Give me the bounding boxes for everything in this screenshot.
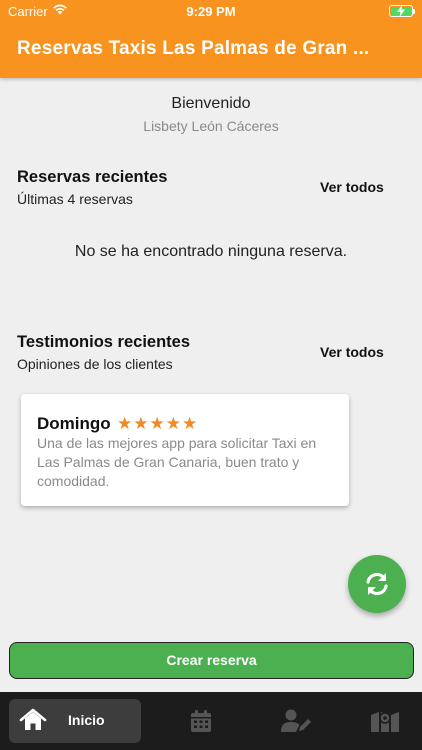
user-name: Lisbety León Cáceres	[143, 118, 279, 134]
testimonials-title: Testimonios recientes	[17, 333, 191, 351]
status-bar: Carrier 9:29 PM	[0, 0, 422, 24]
battery-cap	[413, 9, 415, 14]
reservations-title: Reservas recientes	[17, 168, 168, 186]
testimonial-author: Domingo	[37, 414, 111, 433]
nav-item-home[interactable]: Inicio	[9, 699, 141, 743]
rating-stars-icon: ★★★★★	[117, 414, 199, 433]
reservations-see-all-link[interactable]: Ver todos	[320, 179, 384, 195]
reservations-subtitle: Últimas 4 reservas	[17, 191, 133, 207]
refresh-icon	[366, 572, 388, 596]
app-header: Carrier 9:29 PM Reservas Taxis Las Palma…	[0, 0, 422, 78]
bottom-nav: Inicio	[0, 692, 422, 750]
home-icon	[19, 708, 47, 737]
status-time: 9:29 PM	[186, 4, 236, 19]
welcome-heading: Bienvenido	[171, 95, 251, 112]
calendar-icon[interactable]	[190, 709, 212, 738]
page-title: Reservas Taxis Las Palmas de Gran ...	[17, 38, 370, 59]
nav-item-home-label: Inicio	[68, 712, 105, 728]
empty-reservations-message: No se ha encontrado ninguna reserva.	[74, 243, 348, 260]
map-icon[interactable]	[370, 709, 400, 738]
testimonial-card: Domingo ★★★★★ Una de las mejores app par…	[21, 394, 349, 506]
user-edit-icon[interactable]	[280, 709, 312, 738]
create-reservation-button[interactable]: Crear reserva	[9, 642, 414, 679]
testimonials-subtitle: Opiniones de los clientes	[17, 356, 173, 372]
testimonial-text: Una de las mejores app para solicitar Ta…	[37, 435, 317, 489]
testimonials-see-all-link[interactable]: Ver todos	[320, 344, 384, 360]
refresh-button[interactable]	[348, 555, 406, 613]
charging-bolt-icon	[396, 5, 406, 20]
